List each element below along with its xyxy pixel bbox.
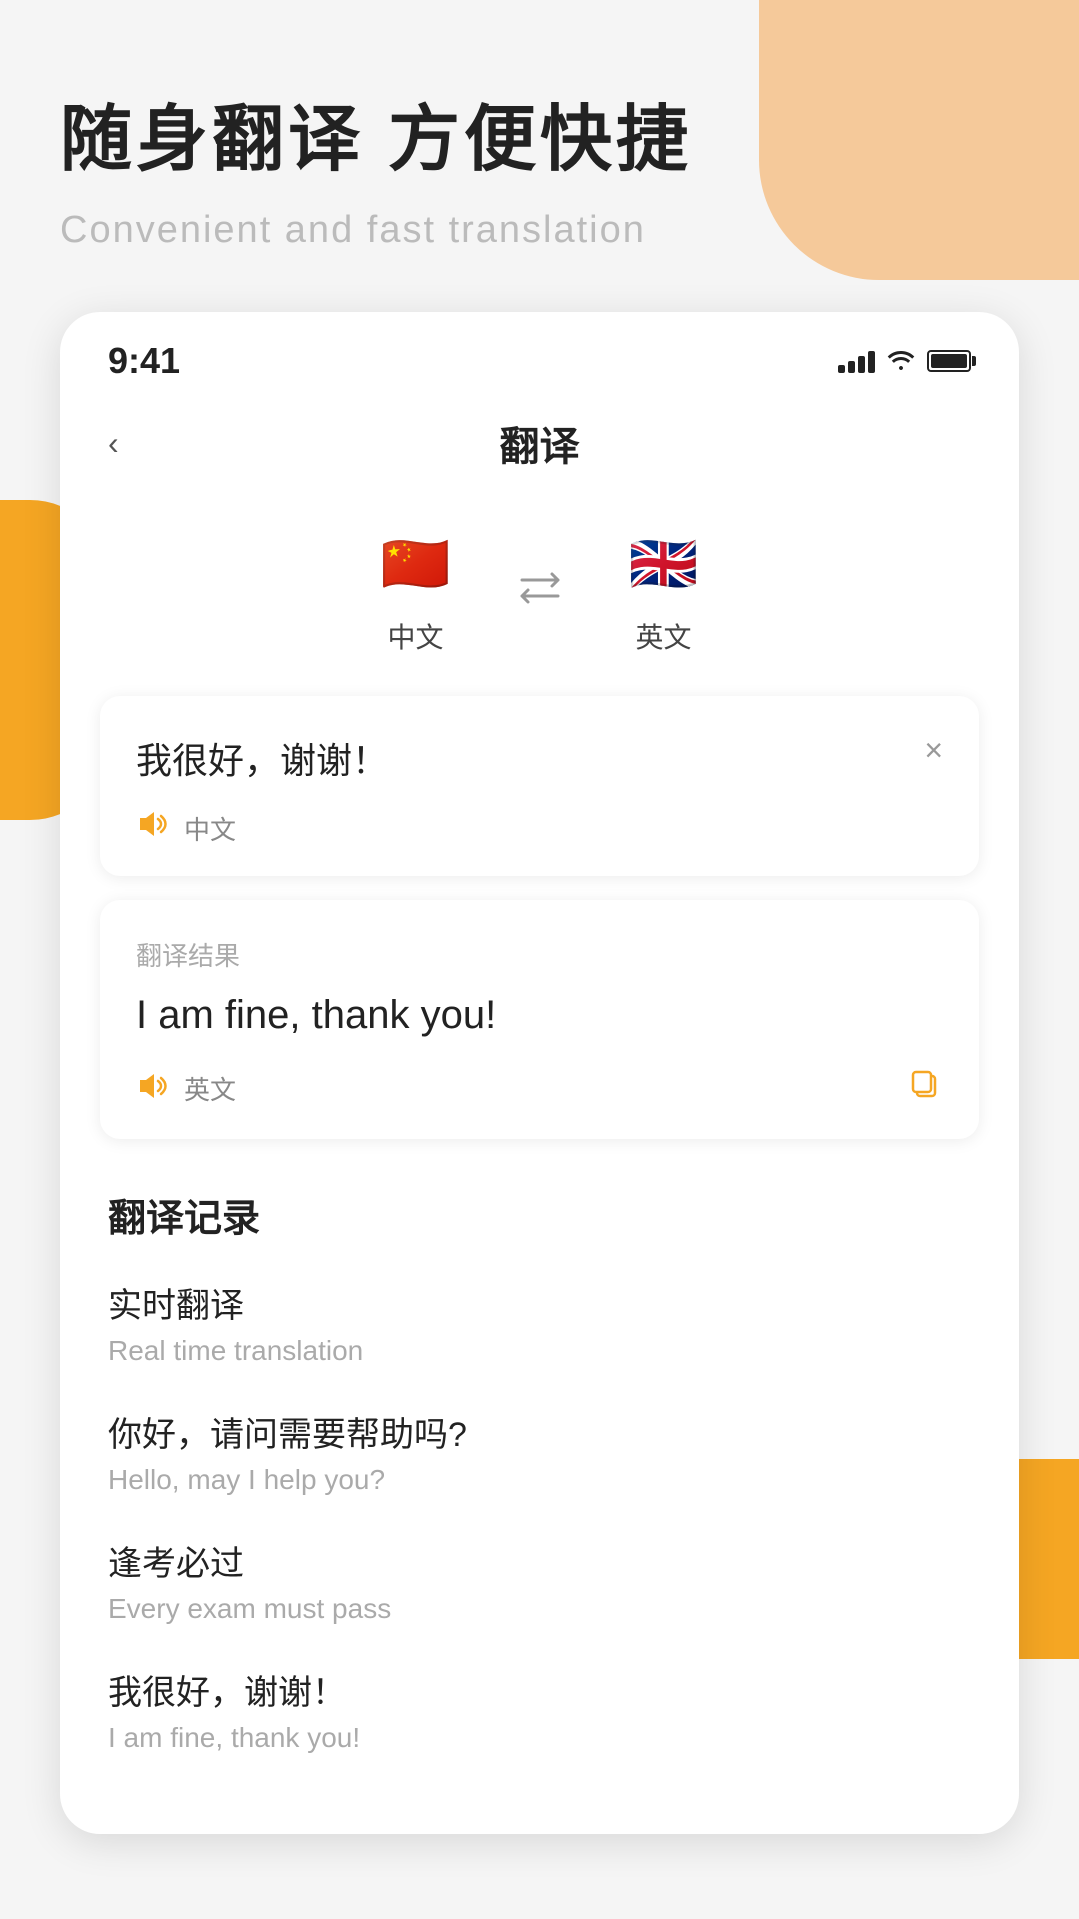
swap-button[interactable] <box>516 570 564 611</box>
history-cn-1: 你好，请问需要帮助吗? <box>108 1407 971 1456</box>
source-language[interactable]: 🇨🇳 中文 <box>376 524 456 656</box>
copy-button[interactable] <box>907 1066 943 1111</box>
source-flag: 🇨🇳 <box>376 524 456 604</box>
history-cn-3: 我很好，谢谢！ <box>108 1665 971 1714</box>
result-lang-row: 英文 <box>136 1070 236 1107</box>
result-lang-tag: 英文 <box>184 1070 236 1107</box>
status-icons <box>838 346 971 377</box>
status-bar: 9:41 <box>60 312 1019 398</box>
input-lang-tag: 中文 <box>184 810 236 847</box>
result-label: 翻译结果 <box>136 936 943 973</box>
app-header: ‹ 翻译 <box>60 398 1019 504</box>
result-speaker-icon[interactable] <box>136 1070 168 1107</box>
sub-title: Convenient and fast translation <box>60 209 1019 252</box>
history-section: 翻译记录 实时翻译 Real time translation 你好，请问需要帮… <box>60 1187 1019 1754</box>
input-text: 我很好，谢谢！ <box>136 732 388 784</box>
list-item[interactable]: 逢考必过 Every exam must pass <box>108 1536 971 1625</box>
history-cn-0: 实时翻译 <box>108 1278 971 1327</box>
input-speaker-icon[interactable] <box>136 808 168 848</box>
target-lang-label: 英文 <box>635 616 691 656</box>
source-lang-label: 中文 <box>387 616 443 656</box>
list-item[interactable]: 实时翻译 Real time translation <box>108 1278 971 1367</box>
target-language[interactable]: 🇬🇧 英文 <box>624 524 704 656</box>
close-button[interactable]: × <box>924 732 943 769</box>
history-en-3: I am fine, thank you! <box>108 1722 971 1754</box>
app-title: 翻译 <box>500 414 580 472</box>
history-en-0: Real time translation <box>108 1335 971 1367</box>
history-title: 翻译记录 <box>108 1187 971 1242</box>
status-time: 9:41 <box>108 340 180 382</box>
battery-icon <box>927 350 971 372</box>
signal-icon <box>838 349 875 373</box>
back-button[interactable]: ‹ <box>108 425 119 462</box>
input-card: 我很好，谢谢！ × 中文 <box>100 696 979 876</box>
result-card: 翻译结果 I am fine, thank you! 英文 <box>100 900 979 1139</box>
history-en-2: Every exam must pass <box>108 1593 971 1625</box>
history-en-1: Hello, may I help you? <box>108 1464 971 1496</box>
main-title: 随身翻译 方便快捷 <box>60 80 1019 185</box>
result-text: I am fine, thank you! <box>136 993 943 1038</box>
phone-mockup: 9:41 ‹ 翻译 <box>60 312 1019 1834</box>
list-item[interactable]: 你好，请问需要帮助吗? Hello, may I help you? <box>108 1407 971 1496</box>
target-flag: 🇬🇧 <box>624 524 704 604</box>
swap-icon <box>516 570 564 606</box>
language-selector: 🇨🇳 中文 🇬🇧 英文 <box>60 504 1019 696</box>
list-item[interactable]: 我很好，谢谢！ I am fine, thank you! <box>108 1665 971 1754</box>
history-cn-2: 逢考必过 <box>108 1536 971 1585</box>
wifi-icon <box>887 346 915 377</box>
